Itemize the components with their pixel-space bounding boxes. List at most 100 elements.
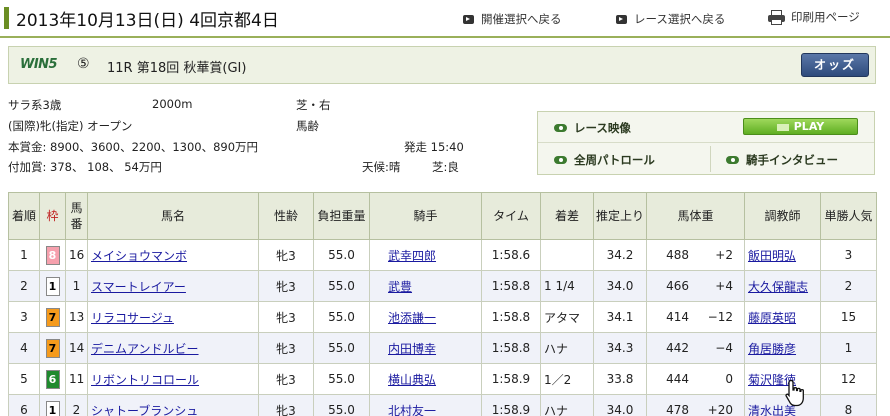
horse-link[interactable]: シャトーブランシュ xyxy=(91,404,198,416)
table-header-row: 着順 枠 馬番 馬名 性齢 負担重量 騎手 タイム 着差 推定上り 馬体重 調教… xyxy=(8,192,877,240)
cell-sex-age: 牝3 xyxy=(258,270,314,302)
jockey-link[interactable]: 内田博幸 xyxy=(388,342,436,356)
body-weight-diff: −12 xyxy=(707,310,733,324)
win5-logo: WIN5 xyxy=(20,57,58,72)
cell-weight: 55.0 xyxy=(313,394,370,416)
cell-rank-text: 2 xyxy=(20,279,28,293)
cell-popularity-text: 12 xyxy=(840,372,857,386)
cell-sex-age: 牝3 xyxy=(258,394,314,416)
header-last3f: 推定上り xyxy=(593,192,647,240)
race-condition: サラ系3歳 xyxy=(8,98,62,112)
cell-rank: 2 xyxy=(8,270,40,302)
cell-weight-text: 55.0 xyxy=(328,248,355,262)
cell-horse: リボントリコロール xyxy=(87,363,259,395)
horse-link[interactable]: スマートレイアー xyxy=(91,280,186,294)
cell-popularity-text: 3 xyxy=(844,248,853,262)
cell-trainer: 角居勝彦 xyxy=(744,332,821,364)
panel-divider xyxy=(710,146,711,172)
patrol-video-link[interactable]: 全周パトロール xyxy=(554,152,655,168)
waku-badge: 7 xyxy=(45,307,60,327)
back-to-race-link[interactable]: レース選択へ戻る xyxy=(616,11,725,27)
body-weight-value: 466 xyxy=(666,279,689,293)
cell-weight-text: 55.0 xyxy=(328,310,355,324)
cell-number-text: 14 xyxy=(69,341,85,355)
cell-body-weight: 444 0 xyxy=(646,363,745,395)
cell-horse: リラコサージュ xyxy=(87,301,259,333)
print-page-link[interactable]: 印刷用ページ xyxy=(768,9,860,25)
cell-trainer: 大久保龍志 xyxy=(744,270,821,302)
horse-link[interactable]: デニムアンドルビー xyxy=(91,342,199,356)
cell-waku: 7 xyxy=(39,332,66,364)
video-icon xyxy=(554,124,567,132)
body-weight-value: 444 xyxy=(666,372,689,386)
cell-last3f: 34.3 xyxy=(593,332,647,364)
race-video-label: レース映像 xyxy=(574,121,631,135)
cell-body-weight: 488 +2 xyxy=(646,239,745,271)
trainer-link[interactable]: 大久保龍志 xyxy=(748,280,808,294)
cell-last3f: 33.8 xyxy=(593,363,647,395)
jockey-link[interactable]: 池添謙一 xyxy=(388,311,436,325)
cell-rank: 1 xyxy=(8,239,40,271)
cell-last3f-text: 34.0 xyxy=(606,403,634,416)
jockey-link[interactable]: 武豊 xyxy=(388,280,412,294)
play-button[interactable]: PLAY xyxy=(743,118,858,135)
table-row: 4 7 14 デニムアンドルビー 牝3 55.0 内田博幸 1:58.8 ハナ 34.3 442 −4… xyxy=(8,332,877,364)
header-time: タイム xyxy=(481,192,541,240)
cell-rank: 5 xyxy=(8,363,40,395)
cell-weight: 55.0 xyxy=(313,332,370,364)
cell-time: 1:58.8 xyxy=(481,270,541,302)
cell-time-text: 1:58.9 xyxy=(491,372,531,386)
cell-last3f-text: 33.8 xyxy=(606,372,634,386)
waku-badge: 7 xyxy=(45,338,60,358)
cell-number: 13 xyxy=(65,301,88,333)
cell-rank: 4 xyxy=(8,332,40,364)
cell-sex-age-text: 牝3 xyxy=(276,372,296,387)
cell-trainer: 藤原英昭 xyxy=(744,301,821,333)
video-icon xyxy=(726,156,739,164)
extra-video-row: 全周パトロール 騎手インタビュー xyxy=(538,144,874,175)
jockey-link[interactable]: 横山典弘 xyxy=(388,373,436,387)
odds-button[interactable]: オッズ xyxy=(801,53,869,77)
race-video-link[interactable]: レース映像 xyxy=(554,120,631,136)
waku-badge: 8 xyxy=(45,245,60,265)
cell-last3f-text: 34.2 xyxy=(606,248,634,262)
header-body-weight: 馬体重 xyxy=(646,192,745,240)
cell-last3f: 34.0 xyxy=(593,394,647,416)
header-jockey: 騎手 xyxy=(369,192,482,240)
cell-jockey: 池添謙一 xyxy=(369,301,482,333)
horse-link[interactable]: メイショウマンボ xyxy=(91,249,187,263)
play-button-label: PLAY xyxy=(793,120,825,133)
print-page-label: 印刷用ページ xyxy=(791,10,860,24)
cell-margin-text: 1 1/4 xyxy=(544,279,575,293)
arrow-right-icon xyxy=(616,14,627,24)
cell-number: 2 xyxy=(65,394,88,416)
trainer-link[interactable]: 飯田明弘 xyxy=(748,249,796,263)
trainer-link[interactable]: 藤原英昭 xyxy=(748,311,796,325)
cell-weight-text: 55.0 xyxy=(328,403,355,416)
horse-link[interactable]: リラコサージュ xyxy=(91,311,174,325)
back-to-race-label: レース選択へ戻る xyxy=(634,12,726,26)
cell-number: 14 xyxy=(65,332,88,364)
cell-time: 1:58.6 xyxy=(481,239,541,271)
printer-icon xyxy=(768,9,785,25)
header-accent-bar xyxy=(4,7,9,29)
cell-waku: 7 xyxy=(39,301,66,333)
horse-link[interactable]: リボントリコロール xyxy=(91,373,199,387)
body-weight-diff: +20 xyxy=(707,403,733,416)
header-sex-age: 性齢 xyxy=(258,192,314,240)
win5-logo-text: WIN5 xyxy=(20,57,58,72)
back-to-meeting-link[interactable]: 開催選択へ戻る xyxy=(463,11,562,27)
trainer-link[interactable]: 角居勝彦 xyxy=(748,342,796,356)
patrol-video-label: 全周パトロール xyxy=(574,153,655,167)
jockey-link[interactable]: 北村友一 xyxy=(388,404,436,416)
results-table: 着順 枠 馬番 馬名 性齢 負担重量 騎手 タイム 着差 推定上り 馬体重 調教… xyxy=(8,192,877,416)
cell-rank-text: 3 xyxy=(20,310,28,324)
jockey-link[interactable]: 武幸四郎 xyxy=(388,249,436,263)
cell-margin-text: ハナ xyxy=(544,341,569,356)
cell-number: 1 xyxy=(65,270,88,302)
jockey-interview-link[interactable]: 騎手インタビュー xyxy=(726,152,838,168)
waku-badge: 1 xyxy=(45,400,60,416)
cell-time-text: 1:58.6 xyxy=(491,248,531,262)
cell-margin-text: 1／2 xyxy=(544,372,572,387)
page-header: 2013年10月13日(日) 4回京都4日 開催選択へ戻る レース選択へ戻る 印… xyxy=(0,0,890,38)
